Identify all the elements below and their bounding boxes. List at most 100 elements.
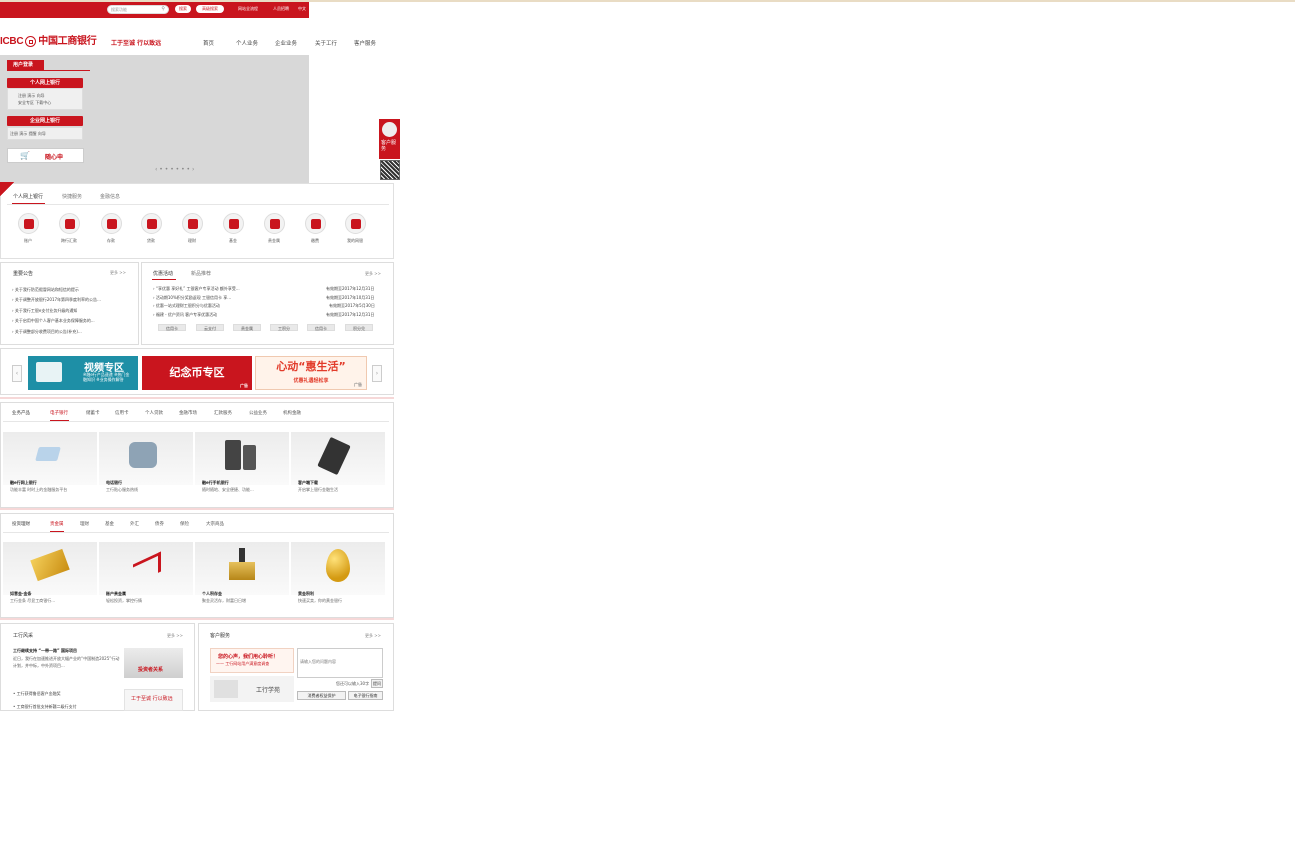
promo-tag[interactable]: 信用卡 xyxy=(307,324,335,331)
slogan-image[interactable]: 工于至诚 行以致远 xyxy=(124,689,183,711)
notice-item[interactable]: › 关于调整开放银行2017年第四季度利率的公告... xyxy=(12,297,101,302)
promo-item[interactable]: › 活动期10%积分奖励返现 工银信用卡 享... xyxy=(153,295,231,300)
icbc-logo[interactable]: ICBC 中国工商银行 xyxy=(0,32,97,47)
advanced-search-button[interactable]: 高级搜索 xyxy=(196,5,224,13)
tab-wealth[interactable]: 理财 xyxy=(80,521,89,527)
service-more-link[interactable]: 更多 >> xyxy=(365,633,381,639)
news-item[interactable]: • 工行获得鲁佰客户金融奖 xyxy=(13,691,61,696)
login-tab[interactable]: 用户登录 xyxy=(7,60,44,70)
nav-corporate[interactable]: 企业业务 xyxy=(275,39,297,47)
ebank-guide-button[interactable]: 电子银行指南 xyxy=(348,691,383,700)
tab-debit-card[interactable]: 储蓄卡 xyxy=(86,410,100,416)
corp-link-guide[interactable]: 向导 xyxy=(38,131,46,136)
icbc-academy-banner[interactable]: 工行学苑 xyxy=(210,676,294,702)
life-banner[interactable]: 心动“惠生活” 优惠礼遇轻松享 广告 xyxy=(255,356,367,390)
consumer-rights-button[interactable]: 消费者权益保护 xyxy=(297,691,346,700)
tab-forex[interactable]: 外汇 xyxy=(130,521,139,527)
notice-item[interactable]: › 关于我行工银e支付业务升级的通知 xyxy=(12,308,77,313)
tab-commodity[interactable]: 大宗商品 xyxy=(206,521,224,527)
search-icon[interactable]: ⚲ xyxy=(161,6,165,12)
tab-ebank[interactable]: 电子银行 xyxy=(50,410,68,416)
deposit-icon[interactable] xyxy=(101,213,122,234)
account-metal-card-image[interactable] xyxy=(99,542,193,595)
mobile-bank-card-image[interactable] xyxy=(195,432,289,485)
card-title[interactable]: 客户端下载 xyxy=(298,480,318,486)
tab-bond[interactable]: 债券 xyxy=(155,521,164,527)
investor-relations-image[interactable]: 投资者关系 xyxy=(124,648,183,678)
banner-next-arrow[interactable]: › xyxy=(372,365,382,382)
wealth-icon[interactable] xyxy=(182,213,203,234)
tab-public-service[interactable]: 公益业务 xyxy=(249,410,267,416)
my-ebank-icon[interactable] xyxy=(345,213,366,234)
tab-promotions[interactable]: 优惠活动 xyxy=(153,270,173,277)
promo-tag[interactable]: 工积分 xyxy=(270,324,298,331)
notice-item[interactable]: › 关于我行防范假冒网站和短信的提示 xyxy=(12,287,79,292)
promo-tag[interactable]: 积分兑 xyxy=(345,324,373,331)
link-demo[interactable]: 演示 xyxy=(27,93,35,98)
search-button[interactable]: 搜索 xyxy=(175,5,191,13)
link-guide[interactable]: 向导 xyxy=(37,93,45,98)
tab-insurance[interactable]: 保险 xyxy=(180,521,189,527)
card-title[interactable]: 融e行网上银行 xyxy=(10,480,37,486)
tab-credit-card[interactable]: 信用卡 xyxy=(115,410,129,416)
corporate-bank-button[interactable]: 企业网上银行 xyxy=(7,116,83,126)
notice-item[interactable]: › 关于调整部分收费项目的公告(补充)... xyxy=(12,329,82,334)
nav-home[interactable]: 首页 xyxy=(203,39,214,47)
submit-question-button[interactable]: 提问 xyxy=(371,679,383,688)
nav-about[interactable]: 关于工行 xyxy=(315,39,337,47)
loan-icon[interactable] xyxy=(141,213,162,234)
tab-personal-loan[interactable]: 个人贷款 xyxy=(145,410,163,416)
card-title[interactable]: 账户贵金属 xyxy=(106,591,126,597)
card-title[interactable]: 如意金·金条 xyxy=(10,591,32,597)
personal-bank-button[interactable]: 个人网上银行 xyxy=(7,78,83,88)
tab-quick-service[interactable]: 快捷服务 xyxy=(62,193,82,200)
tab-financial-market[interactable]: 金融市场 xyxy=(179,410,197,416)
notice-item[interactable]: › 关于启用中国个人客户基本业务保障服务的... xyxy=(12,318,95,323)
ebank-card-image[interactable] xyxy=(3,432,97,485)
notice-more-link[interactable]: 更多 >> xyxy=(110,270,126,276)
card-title[interactable]: 黄金积利 xyxy=(298,591,314,597)
toplink-flow[interactable]: 网站全流程 xyxy=(238,6,258,12)
corp-link-remind[interactable]: 提醒 xyxy=(29,131,37,136)
card-title[interactable]: 个人积存金 xyxy=(202,591,222,597)
news-more-link[interactable]: 更多 >> xyxy=(167,633,183,639)
toplink-jobs[interactable]: 人员招聘 xyxy=(273,6,289,12)
account-icon[interactable] xyxy=(18,213,39,234)
survey-banner[interactable]: 您的心声，我们用心聆听！ —— 工行网站用户满意度调查 xyxy=(210,648,294,673)
promo-tag[interactable]: 云支付 xyxy=(196,324,224,331)
card-title[interactable]: 电话银行 xyxy=(106,480,122,486)
link-download[interactable]: 下载中心 xyxy=(35,100,51,105)
link-register[interactable]: 注册 xyxy=(18,93,26,98)
promo-item[interactable]: › “享优惠 享好礼” 工银客户专享活动 额外享受... xyxy=(153,286,240,291)
gold-accumulation-card-image[interactable] xyxy=(195,542,289,595)
news-headline[interactable]: 工行继续支持 “一带一路” 国际项目 xyxy=(13,648,77,654)
search-input[interactable]: 搜索功能 ⚲ xyxy=(107,5,169,14)
banner-prev-arrow[interactable]: ‹ xyxy=(12,365,22,382)
precious-metal-icon[interactable] xyxy=(264,213,285,234)
tab-finance-info[interactable]: 金融信息 xyxy=(100,193,120,200)
toplink-lang[interactable]: 中文 xyxy=(298,6,306,12)
promo-tag[interactable]: 贵金属 xyxy=(233,324,261,331)
coin-zone-banner[interactable]: 纪念币专区 广告 xyxy=(142,356,252,390)
link-security[interactable]: 安全专区 xyxy=(18,100,34,105)
question-textarea[interactable]: 请输入您的问题内容 xyxy=(297,648,383,678)
apply-box[interactable]: 🛒 随心申 xyxy=(7,148,84,163)
promo-tag[interactable]: 信用卡 xyxy=(158,324,186,331)
nav-personal[interactable]: 个人业务 xyxy=(236,39,258,47)
corp-link-demo[interactable]: 演示 xyxy=(19,131,27,136)
tab-precious-metals[interactable]: 贵金属 xyxy=(50,521,64,527)
tab-institution[interactable]: 机构金融 xyxy=(283,410,301,416)
video-zone-banner[interactable]: 视频专区 ※融e行产品速递 ※热门金融知识 ※业务操作解答 xyxy=(28,356,138,390)
hero-carousel-dots[interactable]: ‹ • • • • • • › xyxy=(155,166,194,173)
nav-service[interactable]: 客户服务 xyxy=(354,39,376,47)
promo-more-link[interactable]: 更多 >> xyxy=(365,271,381,277)
phone-bank-card-image[interactable] xyxy=(99,432,193,485)
card-title[interactable]: 融e行手机银行 xyxy=(202,480,229,486)
gold-egg-card-image[interactable] xyxy=(291,542,385,595)
promo-item[interactable]: › 优惠一站式理财工银积分与优惠活动 xyxy=(153,303,220,308)
tab-remittance[interactable]: 汇款服务 xyxy=(214,410,232,416)
news-item[interactable]: • 工商银行首批支持新疆二级行支付 xyxy=(13,704,77,709)
tab-new-products[interactable]: 新品推荐 xyxy=(191,270,211,277)
transfer-icon[interactable] xyxy=(59,213,80,234)
fund-icon[interactable] xyxy=(223,213,244,234)
